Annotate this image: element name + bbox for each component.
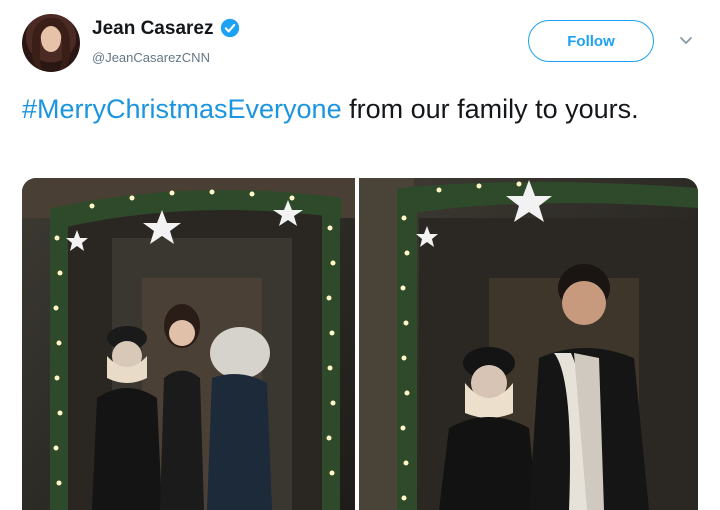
hashtag-link[interactable]: #MerryChristmasEveryone xyxy=(22,94,342,124)
avatar-face xyxy=(41,26,61,52)
follow-button[interactable]: Follow xyxy=(528,20,654,62)
tweet-text: #MerryChristmasEveryone from our family … xyxy=(22,90,702,128)
photo-left[interactable] xyxy=(22,178,355,510)
author-handle[interactable]: @JeanCasarezCNN xyxy=(92,50,210,65)
christmas-doorway-photo-right xyxy=(359,178,698,510)
tweet-header: Jean Casarez @JeanCasarezCNN Follow xyxy=(0,0,720,80)
avatar[interactable] xyxy=(22,14,80,72)
chevron-down-icon[interactable] xyxy=(676,30,696,50)
tweet-body: from our family to yours. xyxy=(341,94,639,124)
photo-right[interactable] xyxy=(359,178,698,510)
author-name[interactable]: Jean Casarez xyxy=(92,18,213,40)
tweet-media xyxy=(22,178,698,510)
christmas-doorway-photo-left xyxy=(22,178,355,510)
verified-badge-icon xyxy=(220,18,240,38)
